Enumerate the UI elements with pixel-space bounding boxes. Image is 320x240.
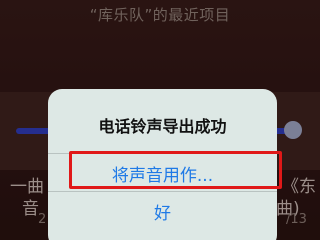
garageband-recents-screen: “库乐队”的最近项目 一曲 音 2 《东 曲) /13 电话铃声导出成功 将声音…	[0, 0, 320, 240]
alert-divider-bottom	[48, 191, 277, 192]
highlight-annotation-box	[69, 151, 282, 189]
ok-button[interactable]: 好	[48, 199, 277, 224]
alert-title: 电话铃声导出成功	[98, 117, 227, 136]
